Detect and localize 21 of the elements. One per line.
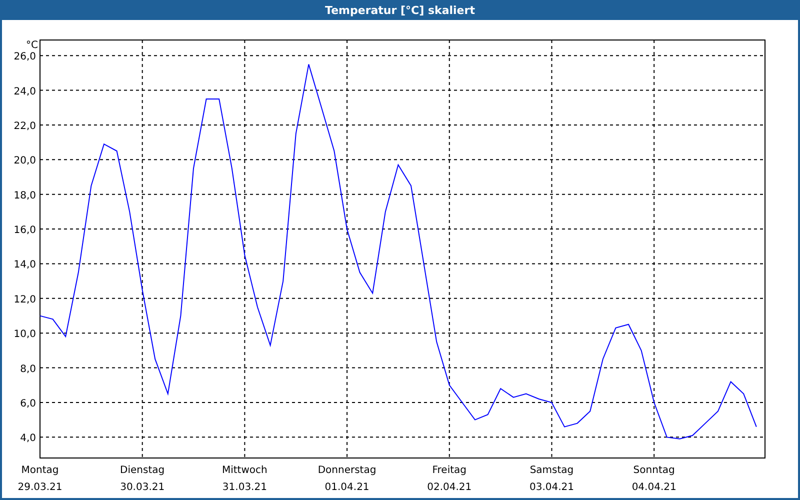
y-tick-label: 18,0	[14, 190, 36, 202]
x-tick-label: Mittwoch 31.03.21	[222, 465, 268, 493]
y-tick-label: 26,0	[14, 52, 36, 63]
y-tick-label: 6,0	[20, 398, 36, 410]
x-tick-label: Montag 29.03.21	[18, 465, 62, 493]
x-tick-label: Sonntag 04.04.21	[632, 465, 676, 493]
x-tick-label: Dienstag 30.03.21	[120, 465, 165, 493]
y-tick-label: 16,0	[14, 225, 36, 236]
y-tick-label: 4,0	[20, 433, 36, 444]
x-tick-label: Freitag 02.04.21	[427, 465, 472, 493]
y-axis-label: °C	[26, 40, 38, 51]
y-tick-label: 12,0	[14, 294, 36, 306]
x-tick-label: Samstag 03.04.21	[529, 465, 574, 493]
x-tick-label: Donnerstag 01.04.21	[318, 465, 376, 493]
y-tick-label: 24,0	[14, 86, 36, 98]
window-title: Temperatur [°C] skaliert	[325, 4, 475, 16]
y-tick-label: 14,0	[14, 260, 36, 271]
y-tick-label: 10,0	[14, 329, 36, 340]
y-tick-label: 20,0	[14, 156, 36, 167]
y-tick-label: 8,0	[20, 364, 36, 375]
y-tick-label: 22,0	[14, 121, 36, 132]
